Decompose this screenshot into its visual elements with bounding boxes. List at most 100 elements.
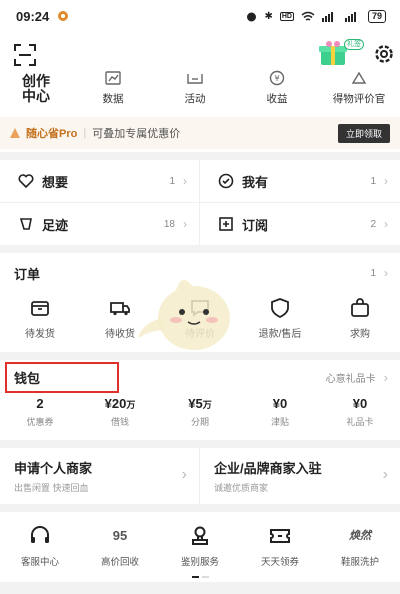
wallet-coupons-value: 2 xyxy=(36,396,44,411)
quick-history-count: 18 xyxy=(163,218,175,230)
service-recycle-label: 高价回收 xyxy=(100,557,139,568)
merchant-personal-title: 申请个人商家 xyxy=(14,461,93,476)
order-to-ship-label: 待发货 xyxy=(25,329,55,340)
footprint-icon xyxy=(19,218,32,230)
wash-logo-icon: 焕然 xyxy=(349,530,371,542)
quick-subscribe-label: 订阅 xyxy=(242,217,269,233)
chevron-right-icon: › xyxy=(384,174,388,188)
quick-subscribe-count: 2 xyxy=(370,218,376,230)
scan-icon[interactable] xyxy=(14,44,36,66)
wallet-loan-unit: 万 xyxy=(126,400,136,410)
quick-own-count: 1 xyxy=(370,175,376,187)
order-refund[interactable]: 退款/售后 xyxy=(240,297,320,340)
page-indicator xyxy=(0,576,400,582)
order-to-review-label: 待评价 xyxy=(185,329,215,340)
nav-data-label: 数据 xyxy=(102,93,124,105)
box-icon xyxy=(31,301,49,316)
ticket-icon xyxy=(270,529,290,543)
gift-card-link[interactable]: 心意礼品卡 xyxy=(326,370,376,385)
coin-icon: ¥ xyxy=(269,70,285,86)
nfc-icon: ✱ xyxy=(264,10,273,22)
nav-data[interactable]: 数据 xyxy=(72,70,154,106)
promo-claim-button[interactable]: 立即领取 xyxy=(337,123,390,143)
wallet-installment[interactable]: ¥5万 分期 xyxy=(160,396,240,428)
creator-nav: 创作 中心 数据 活动 ¥ 收益 得物评价官 xyxy=(0,70,400,106)
promo-desc: 可叠加专属优惠价 xyxy=(92,128,181,140)
comment-icon xyxy=(191,300,209,317)
notification-icon xyxy=(58,11,69,21)
service-authenticate-label: 鉴别服务 xyxy=(180,557,219,568)
service-wash-label: 鞋服洗护 xyxy=(340,557,379,568)
quick-own[interactable]: 我有 1 › xyxy=(200,160,400,202)
wallet-installment-unit: 万 xyxy=(202,400,212,410)
quick-own-label: 我有 xyxy=(242,174,269,190)
orders-title: 订单 xyxy=(14,266,41,282)
wallet-loan[interactable]: ¥20万 借钱 xyxy=(80,396,160,428)
quick-want[interactable]: 想要 1 › xyxy=(0,160,200,202)
wallet-giftcard-label: 礼品卡 xyxy=(346,417,374,427)
nav-earnings[interactable]: ¥ 收益 xyxy=(236,70,318,106)
wallet-header[interactable]: 钱包 心意礼品卡 › xyxy=(0,360,400,394)
wallet-installment-label: 分期 xyxy=(190,417,209,427)
services-card: 客服中心 95 高价回收 鉴别服务 天天领券 焕然 鞋服洗护 xyxy=(0,512,400,582)
service-coupons[interactable]: 天天领券 xyxy=(240,524,320,568)
truck-icon xyxy=(110,302,130,316)
page-dot xyxy=(201,576,209,578)
quick-history[interactable]: 足迹 18 › xyxy=(0,203,200,245)
nav-activity[interactable]: 活动 xyxy=(154,70,236,106)
check-circle-icon xyxy=(218,173,234,189)
service-customer-label: 客服中心 xyxy=(20,557,59,568)
creator-center-link[interactable]: 创作 中心 xyxy=(0,74,72,106)
quick-subscribe[interactable]: 订阅 2 › xyxy=(200,203,400,245)
order-to-receive-label: 待收货 xyxy=(105,329,135,340)
chevron-right-icon: › xyxy=(384,266,388,280)
order-to-receive[interactable]: 待收货 xyxy=(80,297,160,340)
wallet-loan-value: ¥20 xyxy=(104,396,127,411)
nav-earnings-label: 收益 xyxy=(266,93,288,105)
wallet-allowance[interactable]: ¥0 津贴 xyxy=(240,396,320,428)
service-wash[interactable]: 焕然 鞋服洗护 xyxy=(320,524,400,568)
chevron-right-icon: › xyxy=(384,217,388,231)
alarm-icon xyxy=(247,12,257,21)
wallet-allowance-value: ¥0 xyxy=(272,396,288,411)
nav-reviewer[interactable]: 得物评价官 xyxy=(318,70,400,106)
merchant-personal-sub: 出售闲置 快速回血 xyxy=(14,483,89,493)
quick-history-label: 足迹 xyxy=(42,217,69,233)
heart-icon xyxy=(18,174,34,189)
order-refund-label: 退款/售后 xyxy=(258,329,302,340)
svg-text:¥: ¥ xyxy=(274,74,279,83)
activity-icon xyxy=(187,74,203,84)
plus-square-icon xyxy=(219,217,233,231)
status-bar: 09:24 ✱ HD 79 xyxy=(0,0,400,32)
chevron-right-icon: › xyxy=(183,174,187,188)
service-coupons-label: 天天领券 xyxy=(260,557,299,568)
service-authenticate[interactable]: 鉴别服务 xyxy=(160,524,240,568)
stamp-icon xyxy=(192,526,208,545)
chevron-right-icon: › xyxy=(181,466,187,483)
service-recycle[interactable]: 95 高价回收 xyxy=(80,524,160,568)
orders-header[interactable]: 订单 1 › xyxy=(0,253,400,293)
merchant-personal[interactable]: 申请个人商家 出售闲置 快速回血 › xyxy=(0,448,200,504)
nav-reviewer-label: 得物评价官 xyxy=(332,93,386,105)
service-customer[interactable]: 客服中心 xyxy=(0,524,80,568)
order-to-ship[interactable]: 待发货 xyxy=(0,297,80,340)
signal-icon xyxy=(321,11,333,22)
signal-icon-2 xyxy=(344,11,356,22)
gear-icon[interactable] xyxy=(372,42,396,66)
merchant-card: 申请个人商家 出售闲置 快速回血 › 企业/品牌商家入驻 诚邀优质商家 › xyxy=(0,448,400,504)
promo-banner[interactable]: 随心省Pro | 可叠加专属优惠价 立即领取 xyxy=(0,117,400,149)
gift-badge: 礼签 xyxy=(344,39,364,50)
chart-icon xyxy=(105,71,121,85)
quick-links-card: 想要 1 › 我有 1 › 足迹 18 › 订阅 2 › xyxy=(0,160,400,245)
hd-icon: HD xyxy=(279,11,294,21)
order-to-review[interactable]: 待评价 xyxy=(160,297,240,340)
quick-want-label: 想要 xyxy=(42,174,69,190)
wallet-giftcard[interactable]: ¥0 礼品卡 xyxy=(320,396,400,428)
merchant-enterprise-sub: 诚邀优质商家 xyxy=(214,483,269,493)
wallet-card: 钱包 心意礼品卡 › 2 优惠券 ¥20万 借钱 ¥5万 分期 ¥0 津贴 ¥0… xyxy=(0,360,400,440)
wallet-loan-label: 借钱 xyxy=(110,417,129,427)
wifi-icon xyxy=(301,11,315,21)
merchant-enterprise[interactable]: 企业/品牌商家入驻 诚邀优质商家 › xyxy=(200,448,400,504)
order-wanted[interactable]: 求购 xyxy=(320,297,400,340)
wallet-coupons[interactable]: 2 优惠券 xyxy=(0,396,80,428)
